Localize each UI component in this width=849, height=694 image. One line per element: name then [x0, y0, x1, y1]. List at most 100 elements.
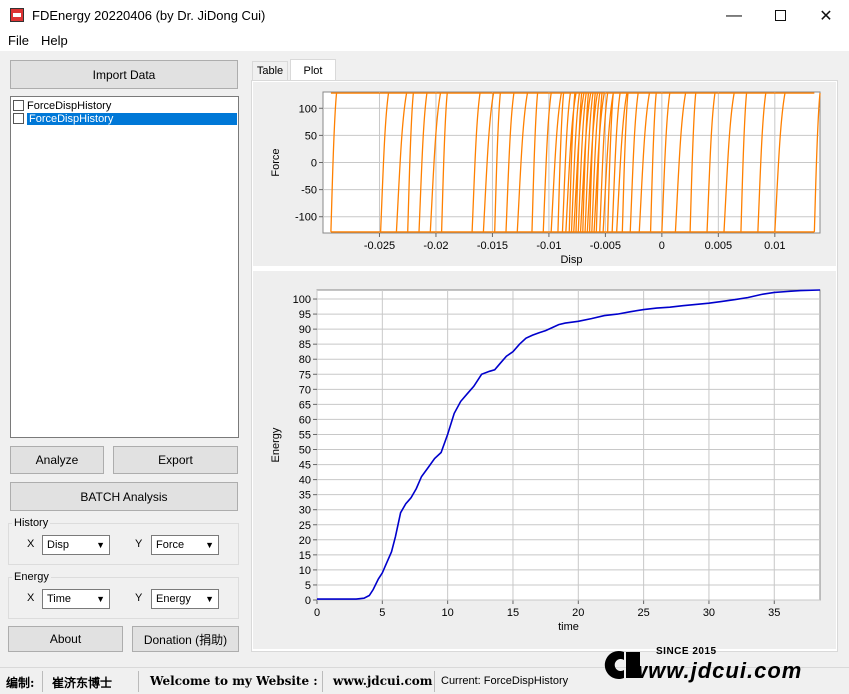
tree-item-checkbox[interactable] — [13, 100, 24, 111]
chevron-down-icon: ▼ — [205, 594, 214, 604]
y-tick-label: 70 — [299, 384, 311, 396]
maximize-icon — [774, 10, 786, 21]
y-tick-label: 75 — [299, 369, 311, 381]
menu-help[interactable]: Help — [41, 33, 68, 48]
chevron-down-icon: ▼ — [96, 540, 105, 550]
y-tick-label: 100 — [293, 294, 311, 306]
app-icon — [10, 8, 24, 22]
y-axis-label: Force — [270, 148, 282, 176]
y-tick-label: 40 — [299, 475, 311, 487]
history-y-label: Y — [135, 538, 143, 550]
x-tick-label: -0.005 — [590, 240, 621, 252]
energy-y-select[interactable]: Energy ▼ — [151, 589, 219, 609]
close-button[interactable]: ✕ — [803, 0, 849, 31]
tab-table[interactable]: Table — [252, 61, 288, 80]
x-tick-label: 0 — [659, 240, 665, 252]
status-divider — [138, 671, 139, 692]
y-tick-label: 80 — [299, 354, 311, 366]
x-axis-label: Disp — [560, 254, 582, 266]
y-tick-label: 60 — [299, 414, 311, 426]
y-tick-label: 0 — [305, 595, 311, 607]
export-button[interactable]: Export — [113, 446, 238, 474]
y-tick-label: 0 — [311, 158, 317, 170]
x-tick-label: 10 — [442, 607, 454, 619]
status-divider — [434, 671, 435, 692]
title-bar: FDEnergy 20220406 (by Dr. JiDong Cui) — … — [0, 0, 849, 31]
x-tick-label: 0 — [314, 607, 320, 619]
minimize-icon: — — [726, 6, 742, 24]
status-divider — [42, 671, 43, 692]
y-tick-label: 95 — [299, 309, 311, 321]
history-x-label: X — [27, 538, 35, 550]
x-tick-label: -0.01 — [536, 240, 561, 252]
x-tick-label: -0.02 — [423, 240, 448, 252]
y-tick-label: -50 — [301, 185, 317, 197]
y-tick-label: 5 — [305, 580, 311, 592]
y-tick-label: 50 — [299, 445, 311, 457]
energy-chart-area: 0 5 10 15 20 25 30 35 0 5 10 15 20 25 30 35 40 45 50 55 60 65… — [253, 271, 836, 649]
menu-file[interactable]: File — [8, 33, 29, 48]
brand-since: SINCE 2015 — [656, 646, 717, 657]
x-tick-label: -0.015 — [477, 240, 508, 252]
energy-chart: 0 5 10 15 20 25 30 35 0 5 10 15 20 25 30 35 40 45 50 55 60 65… — [270, 289, 821, 633]
status-divider — [322, 671, 323, 692]
plot-background — [316, 289, 821, 601]
energy-y-value: Energy — [156, 593, 191, 605]
y-tick-label: 100 — [299, 103, 317, 115]
status-current: Current: ForceDispHistory — [441, 675, 569, 687]
x-tick-label: 15 — [507, 607, 519, 619]
x-tick-label: 5 — [379, 607, 385, 619]
x-tick-label: 25 — [637, 607, 649, 619]
y-tick-label: 55 — [299, 429, 311, 441]
analyze-button[interactable]: Analyze — [10, 446, 104, 474]
status-editor-name: 崔济东博士 — [52, 676, 113, 690]
tree-item-label: ForceDispHistory — [27, 99, 112, 112]
tree-item[interactable]: ForceDispHistory — [13, 99, 111, 112]
tab-plot[interactable]: Plot — [290, 59, 336, 81]
energy-x-select[interactable]: Time ▼ — [42, 589, 110, 609]
maximize-button[interactable] — [757, 0, 803, 31]
history-x-select[interactable]: Disp ▼ — [42, 535, 110, 555]
y-tick-label: 50 — [305, 130, 317, 142]
brand-logo-block: SINCE 2015 www.jdcui.com — [600, 644, 840, 688]
import-data-button[interactable]: Import Data — [10, 60, 238, 89]
tree-item-selected[interactable]: ForceDispHistory — [13, 112, 237, 125]
donation-button[interactable]: Donation (捐助) — [132, 626, 239, 652]
chevron-down-icon: ▼ — [96, 594, 105, 604]
y-tick-label: 90 — [299, 324, 311, 336]
y-tick-label: 25 — [299, 520, 311, 532]
y-tick-label: 20 — [299, 535, 311, 547]
energy-y-label: Y — [135, 592, 143, 604]
tree-item-label: ForceDispHistory — [27, 112, 237, 125]
history-y-value: Force — [156, 539, 185, 551]
energy-group-label: Energy — [12, 571, 51, 583]
x-tick-label: 0.005 — [705, 240, 733, 252]
y-tick-label: 85 — [299, 339, 311, 351]
x-tick-label: 0.01 — [764, 240, 785, 252]
x-tick-label: 35 — [768, 607, 780, 619]
y-tick-label: -100 — [295, 212, 317, 224]
minimize-button[interactable]: — — [711, 0, 757, 31]
y-axis-label: Energy — [270, 427, 282, 462]
x-axis-label: time — [558, 621, 579, 633]
data-tree[interactable]: ForceDispHistory ForceDispHistory — [10, 96, 239, 438]
close-icon: ✕ — [819, 7, 833, 25]
status-website[interactable]: www.jdcui.com — [333, 674, 432, 688]
y-tick-label: 30 — [299, 505, 311, 517]
plot-panel: -0.025 -0.02 -0.015 -0.01 -0.005 0 0.005 0.01 10… — [251, 80, 838, 652]
y-tick-label: 45 — [299, 460, 311, 472]
energy-x-value: Time — [47, 593, 72, 605]
energy-x-label: X — [27, 592, 35, 604]
chevron-down-icon: ▼ — [205, 540, 214, 550]
batch-analysis-button[interactable]: BATCH Analysis — [10, 482, 238, 511]
brand-url: www.jdcui.com — [630, 658, 803, 683]
status-editor-label: 编制: — [6, 676, 35, 690]
x-tick-label: 20 — [572, 607, 584, 619]
tree-item-checkbox[interactable] — [13, 113, 24, 124]
about-button[interactable]: About — [8, 626, 123, 652]
history-y-select[interactable]: Force ▼ — [151, 535, 219, 555]
x-tick-label: 30 — [703, 607, 715, 619]
y-tick-label: 35 — [299, 490, 311, 502]
y-tick-label: 10 — [299, 565, 311, 577]
y-tick-label: 15 — [299, 550, 311, 562]
